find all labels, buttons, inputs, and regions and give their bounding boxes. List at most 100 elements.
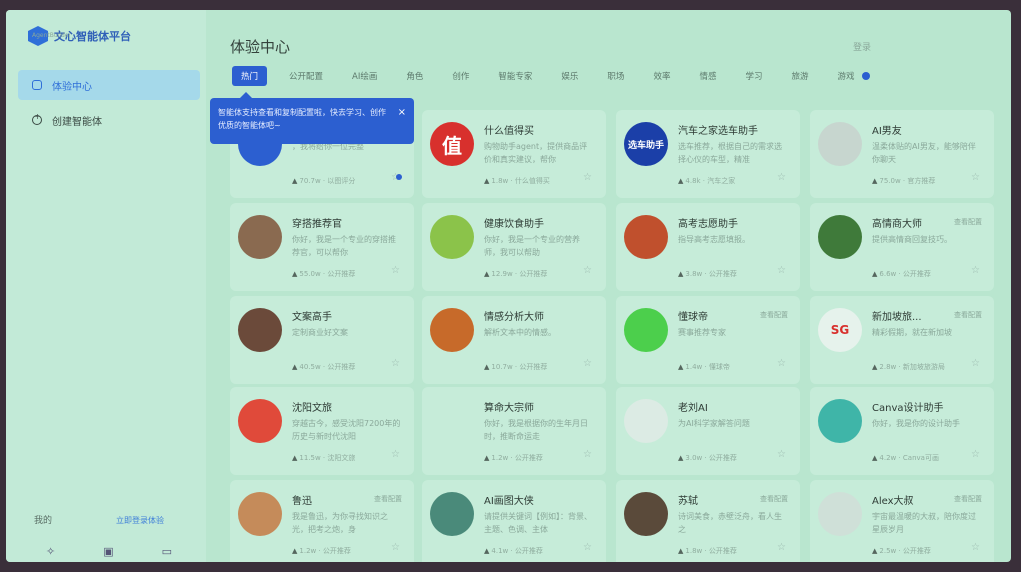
agent-stats: ▲ 1.2w · 公开推荐 bbox=[484, 453, 543, 463]
view-config-link[interactable]: 查看配置 bbox=[760, 310, 788, 320]
tab-role[interactable]: 角色 bbox=[406, 70, 423, 82]
agent-stat-text: 11.5w · 沈阳文旅 bbox=[299, 454, 356, 462]
agent-name: 高情商大师 bbox=[872, 219, 922, 230]
star-icon[interactable]: ☆ bbox=[777, 172, 786, 183]
agent-card[interactable]: 值 什么值得买 购物助手agent，提供商品评价和真实建议，帮你 ▲ 1.8w · 什么… bbox=[422, 110, 606, 198]
star-icon[interactable]: ☆ bbox=[777, 449, 786, 460]
tab-ai-painting[interactable]: AI绘画 bbox=[352, 70, 377, 82]
agent-card[interactable]: 文案高手 定制商业好文案 ▲ 40.5w · 公开推荐 ☆ bbox=[230, 296, 414, 384]
agent-stat-text: 2.5w · 公开推荐 bbox=[879, 547, 931, 555]
agent-description: 宇宙最温暖的大叔，陪你度过星辰岁月 bbox=[872, 512, 976, 534]
sparkle-icon[interactable]: ✧ bbox=[46, 545, 55, 558]
star-icon[interactable]: ☆ bbox=[971, 172, 980, 183]
agent-avatar bbox=[624, 308, 668, 352]
agent-card[interactable]: SG 新加坡旅... 查看配置 精彩假期，就在新加坡 ▲ 2.8w · 新加坡旅游局 ☆ bbox=[810, 296, 994, 384]
agent-card[interactable]: 健康饮食助手 你好，我是一个专业的营养师，我可以帮助 ▲ 12.9w · 公开推荐 ☆ bbox=[422, 203, 606, 291]
agent-stat-text: 75.0w · 官方推荐 bbox=[879, 177, 936, 185]
agent-avatar bbox=[238, 308, 282, 352]
tab-study[interactable]: 学习 bbox=[745, 70, 762, 82]
star-icon[interactable]: ☆ bbox=[971, 358, 980, 369]
agent-card[interactable]: 高情商大师 查看配置 提供高情商回复技巧。 ▲ 6.6w · 公开推荐 ☆ bbox=[810, 203, 994, 291]
star-icon[interactable]: ☆ bbox=[971, 449, 980, 460]
agent-avatar bbox=[238, 215, 282, 259]
agent-card[interactable]: 老刘AI 为AI科学家解答问题 ▲ 3.0w · 公开推荐 ☆ bbox=[616, 387, 800, 475]
agent-card[interactable]: 选车助手 汽车之家选车助手 选车推荐，根据自己的需求选择心仪的车型，精准 ▲ 4.8k … bbox=[616, 110, 800, 198]
view-config-link[interactable]: 查看配置 bbox=[954, 494, 982, 504]
fire-icon: ▲ bbox=[678, 547, 684, 555]
agent-card[interactable]: 高考志愿助手 指导高考志愿填报。 ▲ 3.8w · 公开推荐 ☆ bbox=[616, 203, 800, 291]
tab-emotion[interactable]: 情感 bbox=[699, 70, 716, 82]
login-link[interactable]: 立即登录体验 bbox=[116, 515, 164, 526]
agent-card[interactable]: Alex大叔 查看配置 宇宙最温暖的大叔，陪你度过星辰岁月 ▲ 2.5w · 公开推荐 ☆ bbox=[810, 480, 994, 562]
fire-icon: ▲ bbox=[292, 177, 298, 185]
agent-avatar bbox=[818, 122, 862, 166]
star-icon[interactable]: ☆ bbox=[971, 542, 980, 553]
tab-public-config[interactable]: 公开配置 bbox=[289, 70, 323, 82]
logo-subtitle: AgentBuilder bbox=[32, 32, 71, 39]
add-icon bbox=[32, 112, 42, 125]
fire-icon: ▲ bbox=[678, 177, 684, 185]
view-config-link[interactable]: 查看配置 bbox=[760, 494, 788, 504]
star-icon[interactable]: ☆ bbox=[583, 265, 592, 276]
close-icon[interactable]: × bbox=[398, 106, 406, 119]
tab-entertainment[interactable]: 娱乐 bbox=[561, 70, 578, 82]
agent-stats: ▲ 4.1w · 公开推荐 bbox=[484, 546, 543, 556]
chat-icon[interactable]: ▭ bbox=[162, 545, 172, 558]
agent-card[interactable]: Canva设计助手 你好，我是你的设计助手 ▲ 4.2w · Canva可画 ☆ bbox=[810, 387, 994, 475]
agent-card[interactable]: 穿搭推荐官 你好，我是一个专业的穿搭推荐官，可以帮你 ▲ 55.0w · 公开推荐 ☆ bbox=[230, 203, 414, 291]
tab-travel[interactable]: 旅游 bbox=[791, 70, 808, 82]
page-title: 体验中心 bbox=[230, 38, 291, 56]
agent-stats: ▲ 3.8w · 公开推荐 bbox=[678, 269, 737, 279]
star-icon[interactable]: ☆ bbox=[583, 542, 592, 553]
agent-description: 指导高考志愿填报。 bbox=[678, 235, 750, 244]
agent-name: 健康饮食助手 bbox=[484, 219, 544, 230]
agent-card[interactable]: 鲁迅 查看配置 我是鲁迅，为你寻找知识之光，把考之炮，身 ▲ 1.2w · 公开推荐 ☆ bbox=[230, 480, 414, 562]
star-icon[interactable]: ☆ bbox=[583, 358, 592, 369]
agent-card[interactable]: 情感分析大师 解析文本中的情感。 ▲ 10.7w · 公开推荐 ☆ bbox=[422, 296, 606, 384]
star-icon[interactable]: ☆ bbox=[391, 542, 400, 553]
agent-name: 情感分析大师 bbox=[484, 312, 544, 323]
agent-card[interactable]: AI男友 温柔体贴的AI男友，能够陪伴你聊天 ▲ 75.0w · 官方推荐 ☆ bbox=[810, 110, 994, 198]
avatar-label: 值 bbox=[442, 133, 462, 158]
star-icon[interactable]: ☆ bbox=[777, 358, 786, 369]
agent-name: 汽车之家选车助手 bbox=[678, 126, 758, 137]
star-icon[interactable]: ☆ bbox=[777, 542, 786, 553]
tab-workplace[interactable]: 职场 bbox=[607, 70, 624, 82]
view-config-link[interactable]: 查看配置 bbox=[374, 494, 402, 504]
agent-name: 算命大宗师 bbox=[484, 403, 534, 414]
agent-card[interactable]: 苏轼 查看配置 诗词美食，赤壁泛舟，看人生之 ▲ 1.8w · 公开推荐 ☆ bbox=[616, 480, 800, 562]
login-button[interactable]: 登录 bbox=[853, 40, 871, 53]
agent-avatar bbox=[624, 215, 668, 259]
agent-stat-text: 55.0w · 公开推荐 bbox=[299, 270, 356, 278]
star-icon[interactable]: ☆ bbox=[971, 265, 980, 276]
agent-avatar: 选车助手 bbox=[624, 122, 668, 166]
agent-avatar bbox=[430, 308, 474, 352]
agent-card[interactable]: 沈阳文旅 穿越古今，感受沈阳7200年的历史与新时代沈阳 ▲ 11.5w · 沈阳文旅… bbox=[230, 387, 414, 475]
tab-expert[interactable]: 智能专家 bbox=[498, 70, 532, 82]
sidebar-item-experience[interactable]: 体验中心 bbox=[18, 70, 200, 100]
agent-description: 定制商业好文案 bbox=[292, 328, 348, 337]
agent-description: 选车推荐，根据自己的需求选择心仪的车型，精准 bbox=[678, 142, 782, 164]
sidebar-item-create[interactable]: 创建智能体 bbox=[18, 105, 200, 135]
agent-stat-text: 2.8w · 新加坡旅游局 bbox=[879, 363, 945, 371]
agent-card[interactable]: 懂球帝 查看配置 赛事推荐专家 ▲ 1.4w · 懂球帝 ☆ bbox=[616, 296, 800, 384]
agent-card[interactable]: 算命大宗师 你好，我是根据你的生年月日时，推断命运走 ▲ 1.2w · 公开推荐 ☆ bbox=[422, 387, 606, 475]
tab-hot[interactable]: 热门 bbox=[232, 66, 268, 86]
star-icon[interactable]: ☆ bbox=[777, 265, 786, 276]
fire-icon: ▲ bbox=[678, 363, 684, 371]
document-icon[interactable]: ▣ bbox=[103, 545, 113, 558]
star-icon[interactable]: ☆ bbox=[391, 358, 400, 369]
tab-efficiency[interactable]: 效率 bbox=[653, 70, 670, 82]
star-icon[interactable]: ☆ bbox=[583, 172, 592, 183]
tab-creation[interactable]: 创作 bbox=[452, 70, 469, 82]
agent-description: 你好，我是一个专业的穿搭推荐官，可以帮你 bbox=[292, 235, 396, 257]
fire-icon: ▲ bbox=[872, 454, 878, 462]
star-icon[interactable]: ☆ bbox=[391, 265, 400, 276]
star-icon[interactable]: ☆ bbox=[583, 449, 592, 460]
agent-stat-text: 12.9w · 公开推荐 bbox=[491, 270, 548, 278]
agent-card[interactable]: AI画图大侠 请提供关键词【例如】：背景、主题、色调、主体 ▲ 4.1w · 公开推荐… bbox=[422, 480, 606, 562]
view-config-link[interactable]: 查看配置 bbox=[954, 310, 982, 320]
tab-games[interactable]: 游戏 bbox=[838, 70, 855, 82]
star-icon[interactable]: ☆ bbox=[391, 449, 400, 460]
view-config-link[interactable]: 查看配置 bbox=[954, 217, 982, 227]
